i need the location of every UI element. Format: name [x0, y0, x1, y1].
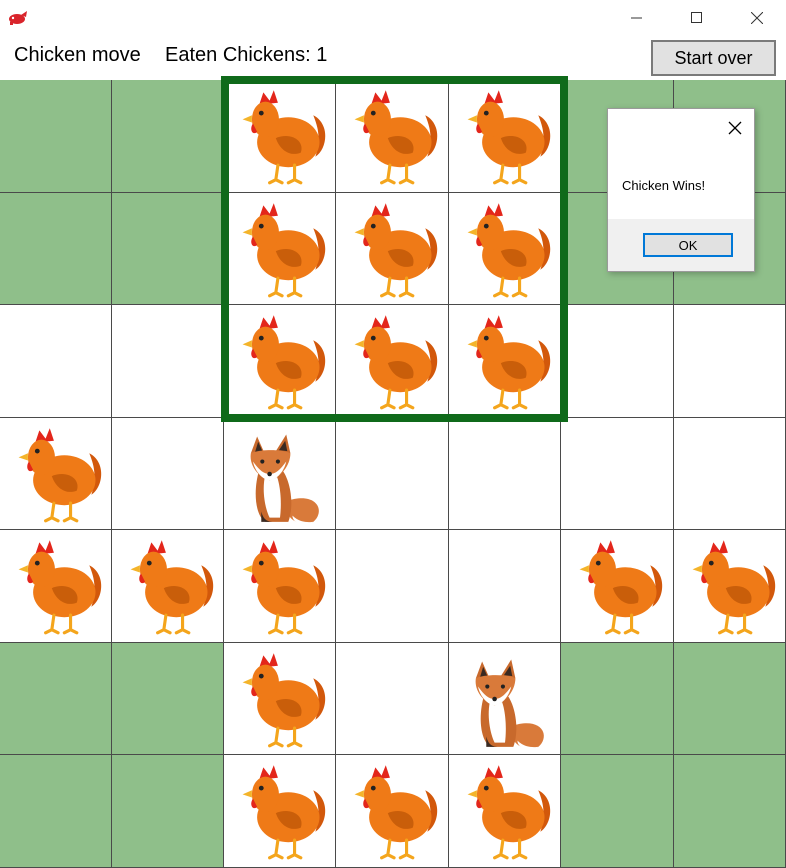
title-bar	[0, 0, 786, 36]
chicken-piece[interactable]	[453, 759, 557, 863]
minimize-button[interactable]	[614, 0, 660, 36]
ok-button[interactable]: OK	[643, 233, 733, 257]
chicken-piece[interactable]	[453, 84, 557, 188]
board-cell[interactable]	[112, 305, 224, 418]
chicken-piece[interactable]	[340, 759, 444, 863]
board-cell[interactable]	[336, 755, 449, 868]
board-cell[interactable]	[449, 530, 561, 643]
board-cell[interactable]	[336, 418, 449, 530]
fox-app-icon	[9, 11, 27, 25]
board-cell[interactable]	[336, 530, 449, 643]
chicken-piece[interactable]	[228, 534, 332, 638]
eaten-chickens-label: Eaten Chickens: 1	[165, 44, 328, 66]
chicken-piece[interactable]	[678, 534, 782, 638]
board-cell[interactable]	[449, 418, 561, 530]
maximize-icon	[691, 12, 702, 23]
chicken-piece[interactable]	[4, 422, 108, 526]
minimize-icon	[631, 17, 642, 19]
board-cell[interactable]	[112, 418, 224, 530]
board-cell[interactable]	[224, 530, 336, 643]
maximize-button[interactable]	[674, 0, 720, 36]
chicken-piece[interactable]	[453, 197, 557, 301]
board-cell[interactable]	[0, 755, 112, 868]
chicken-piece[interactable]	[228, 197, 332, 301]
chicken-piece[interactable]	[228, 759, 332, 863]
chicken-piece[interactable]	[340, 309, 444, 413]
board-cell[interactable]	[224, 418, 336, 530]
dialog-footer: OK	[608, 219, 754, 271]
chicken-piece[interactable]	[228, 84, 332, 188]
board-cell[interactable]	[0, 80, 112, 193]
turn-label: Chicken move	[14, 44, 141, 66]
board-cell[interactable]	[674, 755, 786, 868]
board-cell[interactable]	[561, 305, 674, 418]
board-cell[interactable]	[449, 80, 561, 193]
close-icon	[751, 12, 763, 24]
board-cell[interactable]	[336, 193, 449, 305]
board-cell[interactable]	[112, 530, 224, 643]
chicken-piece[interactable]	[453, 309, 557, 413]
board-cell[interactable]	[336, 80, 449, 193]
chicken-piece[interactable]	[228, 647, 332, 751]
board-cell[interactable]	[0, 305, 112, 418]
board-cell[interactable]	[561, 643, 674, 755]
dialog-message: Chicken Wins!	[622, 178, 706, 193]
chicken-piece[interactable]	[116, 534, 220, 638]
board-cell[interactable]	[336, 305, 449, 418]
board-cell[interactable]	[674, 530, 786, 643]
board-cell[interactable]	[0, 643, 112, 755]
chicken-piece[interactable]	[340, 84, 444, 188]
board-cell[interactable]	[674, 643, 786, 755]
board-cell[interactable]	[561, 418, 674, 530]
chicken-piece[interactable]	[4, 534, 108, 638]
board-cell[interactable]	[224, 643, 336, 755]
board-cell[interactable]	[561, 530, 674, 643]
message-dialog: Chicken Wins! OK	[607, 108, 755, 272]
board-cell[interactable]	[449, 193, 561, 305]
board-cell[interactable]	[112, 755, 224, 868]
board-cell[interactable]	[336, 643, 449, 755]
board-cell[interactable]	[674, 305, 786, 418]
fox-piece[interactable]	[453, 647, 557, 751]
board-cell[interactable]	[112, 80, 224, 193]
close-icon[interactable]	[726, 119, 744, 137]
board-cell[interactable]	[224, 305, 336, 418]
board-cell[interactable]	[449, 755, 561, 868]
chicken-piece[interactable]	[228, 309, 332, 413]
board-cell[interactable]	[224, 80, 336, 193]
close-button[interactable]	[734, 0, 780, 36]
board-cell[interactable]	[449, 305, 561, 418]
board-cell[interactable]	[449, 643, 561, 755]
chicken-piece[interactable]	[340, 197, 444, 301]
fox-piece[interactable]	[228, 422, 332, 526]
board-cell[interactable]	[0, 530, 112, 643]
board-cell[interactable]	[112, 193, 224, 305]
board-cell[interactable]	[674, 418, 786, 530]
board-cell[interactable]	[224, 755, 336, 868]
board-cell[interactable]	[112, 643, 224, 755]
start-over-button[interactable]: Start over	[651, 40, 776, 76]
board-cell[interactable]	[0, 193, 112, 305]
board-cell[interactable]	[561, 755, 674, 868]
chicken-piece[interactable]	[565, 534, 669, 638]
board-cell[interactable]	[0, 418, 112, 530]
board-cell[interactable]	[224, 193, 336, 305]
